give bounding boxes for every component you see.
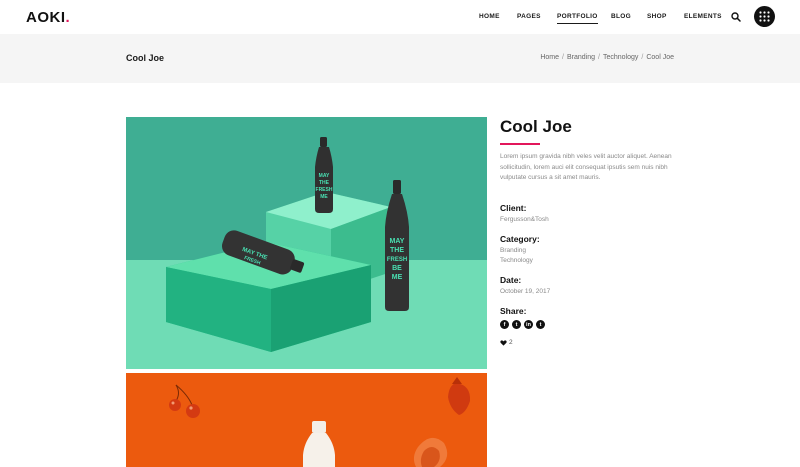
- search-icon[interactable]: [731, 12, 741, 22]
- menu-grid-button[interactable]: [754, 6, 775, 27]
- portfolio-image-bottles[interactable]: MAY THE FRESH ME MAY THE FRESH MAY THE F…: [126, 117, 487, 369]
- project-description: Lorem ipsum gravida nibh veles velit auc…: [500, 153, 672, 182]
- breadcrumb: Home / Branding / Technology / Cool Joe: [540, 54, 674, 61]
- page-title-bar: Cool Joe Home / Branding / Technology / Cool J…: [0, 34, 800, 83]
- breadcrumb-separator: /: [598, 54, 600, 61]
- client-value: Fergusson&Tosh: [500, 216, 549, 224]
- category-branding[interactable]: Branding: [500, 246, 680, 256]
- tumblr-icon[interactable]: t: [536, 320, 545, 330]
- grid-icon: [759, 11, 770, 22]
- project-title: Cool Joe: [500, 117, 572, 136]
- nav-blog[interactable]: BLOG: [611, 13, 631, 20]
- breadcrumb-home[interactable]: Home: [540, 54, 559, 61]
- share-label: Share:: [500, 306, 527, 317]
- date-value: October 19, 2017: [500, 288, 551, 296]
- logo[interactable]: AOKI.: [26, 9, 70, 26]
- nav-home[interactable]: HOME: [479, 13, 500, 20]
- title-underline: [500, 143, 540, 145]
- svg-text:FRESH: FRESH: [316, 187, 333, 193]
- site-header: AOKI. HOME PAGES PORTFOLIO BLOG SHOP ELE…: [0, 0, 800, 34]
- project-info: Cool Joe Lorem ipsum gravida nibh veles …: [500, 117, 680, 346]
- breadcrumb-technology[interactable]: Technology: [603, 54, 638, 61]
- category-technology[interactable]: Technology: [500, 256, 680, 266]
- page-title: Cool Joe: [126, 53, 165, 63]
- breadcrumb-separator: /: [562, 54, 564, 61]
- svg-text:ME: ME: [392, 274, 403, 281]
- breadcrumb-separator: /: [641, 54, 644, 61]
- nav-pages[interactable]: PAGES: [517, 13, 541, 20]
- svg-text:BE: BE: [392, 265, 402, 272]
- nav-shop[interactable]: SHOP: [647, 13, 667, 20]
- category-label: Category:: [500, 234, 540, 245]
- facebook-icon[interactable]: f: [500, 320, 509, 330]
- breadcrumb-branding[interactable]: Branding: [567, 54, 595, 61]
- twitter-icon[interactable]: t: [512, 320, 521, 330]
- svg-text:MAY: MAY: [319, 173, 330, 179]
- svg-text:THE: THE: [319, 180, 330, 186]
- share-icons: f t in t: [500, 320, 680, 330]
- nav-portfolio[interactable]: PORTFOLIO: [557, 13, 598, 24]
- svg-text:THE: THE: [390, 247, 404, 254]
- heart-icon: [500, 339, 507, 346]
- nav-elements[interactable]: ELEMENTS: [684, 13, 722, 20]
- date-label: Date:: [500, 275, 522, 286]
- portfolio-image-orange[interactable]: [126, 373, 487, 467]
- breadcrumb-current: Cool Joe: [646, 54, 674, 61]
- svg-text:FRESH: FRESH: [387, 257, 407, 263]
- like-button[interactable]: 2: [500, 339, 680, 346]
- client-label: Client:: [500, 203, 527, 214]
- like-count: 2: [509, 339, 513, 347]
- svg-text:ME: ME: [320, 194, 328, 200]
- linkedin-icon[interactable]: in: [524, 320, 533, 330]
- svg-text:MAY: MAY: [390, 238, 405, 245]
